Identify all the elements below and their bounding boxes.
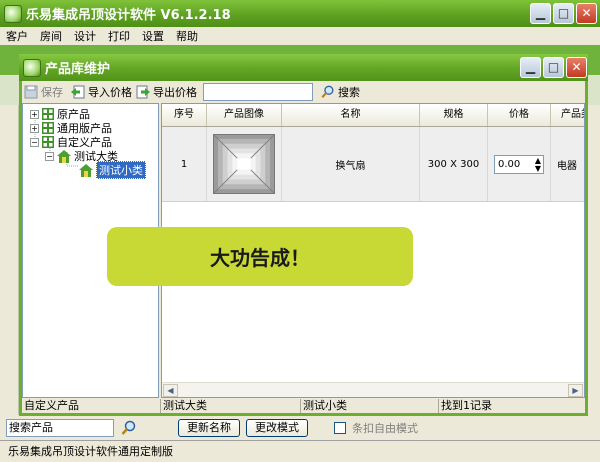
tree-item-custom-products[interactable]: − 自定义产品 [30, 135, 112, 149]
export-price-label: 导出价格 [153, 85, 197, 99]
import-price-label: 导入价格 [88, 85, 132, 99]
main-bottom-bar: 搜索产品 更新名称 更改模式 条扣自由模式 [0, 415, 600, 440]
close-button[interactable]: ✕ [576, 3, 597, 24]
collapse-icon[interactable]: − [30, 137, 39, 147]
minimize-button[interactable]: ▁ [530, 3, 551, 24]
change-mode-button[interactable]: 更改模式 [246, 418, 308, 437]
dialog-title-bar: 产品库维护 ▁ □ ✕ [19, 54, 588, 81]
tree-item-original-products[interactable]: + 原产品 [30, 107, 90, 121]
col-header-price[interactable]: 价格 [488, 104, 551, 126]
tree-item-label-selected: 测试小类 [96, 161, 146, 179]
menu-design[interactable]: 设计 [74, 28, 96, 44]
save-icon [24, 85, 38, 98]
menu-print[interactable]: 打印 [108, 28, 130, 44]
cell-price: 0.00 ▲ ▼ [488, 127, 551, 201]
category-grid-icon [42, 136, 54, 148]
table-row[interactable]: 1 换气扇 300 X 300 0.00 ▲ ▼ 电器 [162, 127, 584, 202]
dialog-search-button[interactable]: 搜索 [321, 84, 360, 100]
col-header-category[interactable]: 产品类 [551, 104, 584, 126]
dialog-search-label: 搜索 [338, 85, 360, 99]
app-title: 乐易集成吊顶设计软件 V6.1.2.18 [26, 8, 231, 23]
cell-category: 电器 [557, 160, 577, 172]
dialog-status-bar: 自定义产品 测试大类 测试小类 找到1记录 [22, 399, 585, 413]
expand-icon[interactable]: + [30, 109, 39, 119]
dialog-title: 产品库维护 [45, 62, 111, 77]
status-subcategory: 测试小类 [301, 399, 439, 413]
status-category: 测试大类 [161, 399, 301, 413]
main-title-bar: 乐易集成吊顶设计软件 V6.1.2.18 ▁ □ ✕ [0, 0, 600, 27]
success-toast: 大功告成！ [107, 227, 413, 286]
app-logo-icon [4, 4, 22, 23]
stepper-arrows-icon[interactable]: ▲ ▼ [535, 156, 541, 173]
menu-room[interactable]: 房间 [40, 28, 62, 44]
rename-button[interactable]: 更新名称 [178, 418, 240, 437]
category-grid-icon [42, 108, 54, 120]
col-header-index[interactable]: 序号 [162, 104, 207, 126]
price-stepper[interactable]: 0.00 ▲ ▼ [494, 154, 544, 174]
price-value: 0.00 [498, 158, 521, 170]
search-icon [321, 85, 334, 98]
category-grid-icon [42, 122, 54, 134]
scroll-left-icon[interactable]: ◀ [163, 384, 178, 397]
col-header-name[interactable]: 名称 [282, 104, 420, 126]
cell-spec: 300 X 300 [420, 127, 488, 201]
price-search-input[interactable] [203, 82, 313, 101]
main-left-panel [0, 105, 18, 415]
dialog-minimize-button[interactable]: ▁ [520, 57, 541, 78]
house-icon [79, 163, 93, 177]
import-icon [71, 85, 85, 98]
dialog-maximize-button[interactable]: □ [543, 57, 564, 78]
dialog-close-button[interactable]: ✕ [566, 57, 587, 78]
dialog-toolbar: 保存 导入价格 导出价格 搜索 [22, 81, 585, 102]
search-icon[interactable] [120, 419, 138, 437]
save-button[interactable]: 保存 [24, 84, 63, 100]
app-status-bar: 乐易集成吊顶设计软件通用定制版 [0, 440, 600, 462]
house-icon [57, 149, 71, 163]
menu-bar: 客户 房间 设计 打印 设置 帮助 [0, 27, 600, 45]
menu-help[interactable]: 帮助 [176, 28, 198, 44]
collapse-icon[interactable]: − [45, 151, 54, 161]
horizontal-scrollbar[interactable]: ◀ ▶ [162, 382, 584, 397]
table-header: 序号 产品图像 名称 规格 价格 产品类 [162, 104, 584, 127]
dialog-logo-icon [23, 58, 41, 77]
status-record-count: 找到1记录 [441, 399, 492, 412]
free-mode-label: 条扣自由模式 [352, 421, 418, 435]
col-header-image[interactable]: 产品图像 [207, 104, 282, 126]
cell-image [207, 127, 282, 201]
menu-settings[interactable]: 设置 [142, 28, 164, 44]
menu-customer[interactable]: 客户 [6, 28, 28, 44]
import-price-button[interactable]: 导入价格 [71, 84, 132, 100]
col-header-spec[interactable]: 规格 [420, 104, 488, 126]
save-label: 保存 [41, 85, 63, 99]
expand-icon[interactable]: + [30, 123, 39, 133]
tree-item-test-subcategory[interactable]: 测试小类 [79, 161, 146, 179]
cell-index: 1 [162, 127, 207, 201]
product-search-input[interactable]: 搜索产品 [6, 418, 114, 437]
free-mode-checkbox[interactable] [334, 421, 346, 434]
fan-product-image [213, 134, 275, 194]
export-icon [136, 85, 150, 98]
scroll-right-icon[interactable]: ▶ [568, 384, 583, 397]
export-price-button[interactable]: 导出价格 [136, 84, 197, 100]
maximize-button[interactable]: □ [553, 3, 574, 24]
cell-name: 换气扇 [282, 127, 420, 201]
main-right-panel [586, 105, 600, 415]
status-root-category: 自定义产品 [22, 399, 161, 413]
tree-item-general-products[interactable]: + 通用版产品 [30, 121, 112, 135]
